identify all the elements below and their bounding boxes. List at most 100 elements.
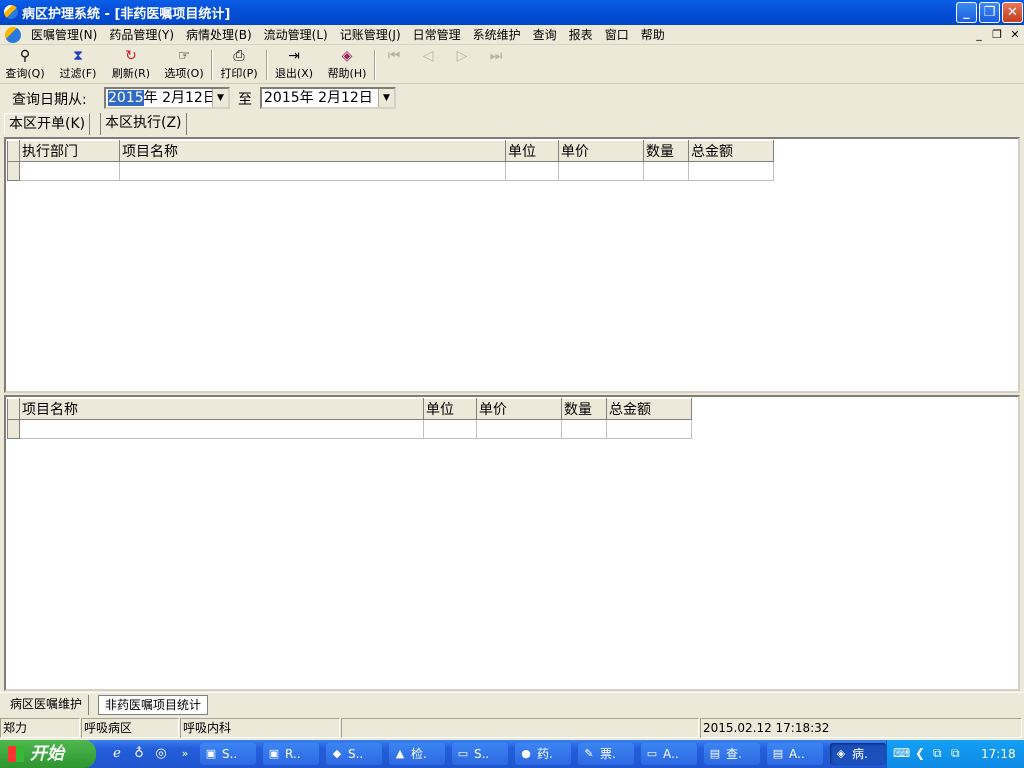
next-record-button[interactable]: ▷ bbox=[452, 48, 472, 82]
mdi-minimize-button[interactable]: _ bbox=[972, 28, 986, 42]
query-button[interactable]: ⚲ 查询(Q) bbox=[4, 48, 46, 82]
prev-record-button[interactable]: ◁ bbox=[418, 48, 438, 82]
taskbar-item[interactable]: ▤ 查. bbox=[704, 743, 760, 765]
col-header[interactable]: 单价 bbox=[558, 140, 644, 162]
window-icon: ▲ bbox=[395, 747, 405, 760]
taskbar-item[interactable]: ▤ A.. bbox=[767, 743, 823, 765]
menu-billing[interactable]: 记账管理(J) bbox=[334, 26, 407, 43]
window-icon: ✎ bbox=[584, 747, 594, 760]
row-indicator-header bbox=[7, 398, 20, 420]
window-tab-ward-maintenance[interactable]: 病区医嘱维护 bbox=[4, 695, 90, 715]
date-to-picker[interactable]: 2015年 2月12日 ▼ bbox=[260, 87, 396, 109]
items-grid[interactable]: 项目名称 单位 单价 数量 总金额 bbox=[7, 398, 692, 439]
hourglass-icon: ⧗ bbox=[73, 48, 83, 64]
exit-button[interactable]: ⇥ 退出(X) bbox=[272, 48, 316, 82]
refresh-button[interactable]: ↻ 刷新(R) bbox=[109, 48, 153, 82]
table-row[interactable] bbox=[7, 419, 692, 439]
quicklaunch-icon[interactable]: ♁ bbox=[130, 745, 148, 763]
taskbar-item[interactable]: ✎ 票. bbox=[578, 743, 634, 765]
start-button[interactable]: 开始 bbox=[0, 740, 96, 768]
status-bar: 郑力 呼吸病区 呼吸内科 2015.02.12 17:18:32 bbox=[0, 716, 1024, 740]
document-icon: ▤ bbox=[709, 747, 721, 760]
window-icon: ▣ bbox=[205, 747, 217, 760]
taskbar-item[interactable]: ▲ 检. bbox=[389, 743, 445, 765]
date-query-bar: 查询日期从: 2015年 2月12日 ▼ 至 2015年 2月12日 ▼ bbox=[0, 85, 1024, 111]
mdi-close-button[interactable]: ✕ bbox=[1008, 28, 1022, 42]
taskbar-item[interactable]: ▣ S.. bbox=[200, 743, 256, 765]
date-to-label: 至 bbox=[238, 92, 252, 108]
ie-icon[interactable]: ℯ bbox=[108, 745, 126, 763]
help-button[interactable]: ◈ 帮助(H) bbox=[325, 48, 369, 82]
row-indicator[interactable] bbox=[7, 161, 20, 181]
taskbar-item[interactable]: ▭ S.. bbox=[452, 743, 508, 765]
mdi-restore-button[interactable]: ❐ bbox=[990, 28, 1004, 42]
network-icon[interactable]: ⧉ bbox=[933, 746, 942, 761]
chevron-down-icon[interactable]: ▼ bbox=[378, 89, 394, 107]
row-indicator[interactable] bbox=[7, 419, 20, 439]
network-icon[interactable]: ⧉ bbox=[951, 746, 960, 761]
grid-header-row: 执行部门 项目名称 单位 单价 数量 总金额 bbox=[7, 140, 774, 162]
menu-flow[interactable]: 流动管理(L) bbox=[258, 26, 334, 43]
title-bar: 病区护理系统 - [非药医嘱项目统计] _ ❐ ✕ bbox=[0, 0, 1024, 25]
filter-button[interactable]: ⧗ 过滤(F) bbox=[56, 48, 100, 82]
menu-system[interactable]: 系统维护 bbox=[467, 26, 527, 43]
col-header[interactable]: 单位 bbox=[505, 140, 559, 162]
col-header[interactable]: 项目名称 bbox=[19, 398, 424, 420]
col-header[interactable]: 项目名称 bbox=[119, 140, 506, 162]
prev-icon: ◁ bbox=[422, 48, 434, 64]
taskbar-item[interactable]: ◆ S.. bbox=[326, 743, 382, 765]
print-button[interactable]: ⎙ 打印(P) bbox=[217, 48, 261, 82]
orders-grid[interactable]: 执行部门 项目名称 单位 单价 数量 总金额 bbox=[7, 140, 774, 181]
chevron-down-icon[interactable]: ▼ bbox=[212, 89, 228, 107]
col-header[interactable]: 数量 bbox=[643, 140, 689, 162]
toolbar-separator bbox=[374, 50, 376, 80]
chevron-right-icon[interactable]: » bbox=[176, 745, 194, 763]
menu-help[interactable]: 帮助 bbox=[635, 26, 671, 43]
col-header[interactable]: 单价 bbox=[476, 398, 562, 420]
status-dept: 呼吸内科 bbox=[180, 718, 340, 738]
first-icon: ⏮ bbox=[387, 48, 401, 64]
close-button[interactable]: ✕ bbox=[1002, 2, 1023, 23]
status-datetime: 2015.02.12 17:18:32 bbox=[700, 718, 1022, 738]
menu-daily[interactable]: 日常管理 bbox=[407, 26, 467, 43]
restore-button[interactable]: ❐ bbox=[979, 2, 1000, 23]
tab-ward-execution[interactable]: 本区执行(Z) bbox=[100, 113, 187, 135]
minimize-button[interactable]: _ bbox=[956, 2, 977, 23]
taskbar: 开始 ℯ ♁ ◎ » ▣ S.. ▣ R.. ◆ S.. ▲ 检. ▭ S.. ● 药. ✎… bbox=[0, 740, 1024, 768]
window-tabs: 病区医嘱维护 非药医嘱项目统计 bbox=[0, 692, 1024, 716]
col-header[interactable]: 总金额 bbox=[606, 398, 692, 420]
taskbar-item[interactable]: ● 药. bbox=[515, 743, 571, 765]
app-logo-icon bbox=[5, 26, 21, 43]
col-header[interactable]: 单位 bbox=[423, 398, 477, 420]
menu-condition[interactable]: 病情处理(B) bbox=[180, 26, 258, 43]
menu-drug[interactable]: 药品管理(Y) bbox=[103, 26, 180, 43]
tab-ward-orders[interactable]: 本区开单(K) bbox=[4, 113, 91, 135]
last-record-button[interactable]: ⏭ bbox=[486, 48, 506, 82]
menu-order[interactable]: 医嘱管理(N) bbox=[25, 26, 103, 43]
date-from-picker[interactable]: 2015年 2月12日 ▼ bbox=[104, 87, 230, 109]
taskbar-item[interactable]: ▣ R.. bbox=[263, 743, 319, 765]
col-header[interactable]: 总金额 bbox=[688, 140, 774, 162]
window-tab-nondrug-stats[interactable]: 非药医嘱项目统计 bbox=[98, 695, 209, 715]
taskbar-item[interactable]: ▭ A.. bbox=[641, 743, 697, 765]
tab-strip: 本区开单(K) 本区执行(Z) bbox=[0, 111, 1024, 135]
taskbar-item-active[interactable]: ◈ 病. bbox=[830, 743, 886, 765]
help-book-icon: ◈ bbox=[341, 48, 353, 64]
chevron-left-icon[interactable]: ❮ bbox=[915, 746, 925, 760]
table-row[interactable] bbox=[7, 161, 774, 181]
col-header[interactable]: 数量 bbox=[561, 398, 607, 420]
window-icon: ● bbox=[521, 747, 531, 760]
date-to-value: 2015年 2月12日 bbox=[264, 90, 373, 106]
quicklaunch-icon[interactable]: ◎ bbox=[152, 745, 170, 763]
keyboard-icon[interactable]: ⌨ bbox=[893, 746, 910, 760]
menu-window[interactable]: 窗口 bbox=[599, 26, 635, 43]
menu-bar: 医嘱管理(N) 药品管理(Y) 病情处理(B) 流动管理(L) 记账管理(J) … bbox=[0, 25, 1024, 45]
menu-report[interactable]: 报表 bbox=[563, 26, 599, 43]
first-record-button[interactable]: ⏮ bbox=[384, 48, 404, 82]
options-button[interactable]: ☞ 选项(O) bbox=[162, 48, 206, 82]
clock[interactable]: 17:18 bbox=[981, 747, 1016, 761]
status-empty bbox=[341, 718, 699, 738]
menu-query[interactable]: 查询 bbox=[527, 26, 563, 43]
window-icon: ◆ bbox=[332, 747, 342, 760]
col-header[interactable]: 执行部门 bbox=[19, 140, 120, 162]
